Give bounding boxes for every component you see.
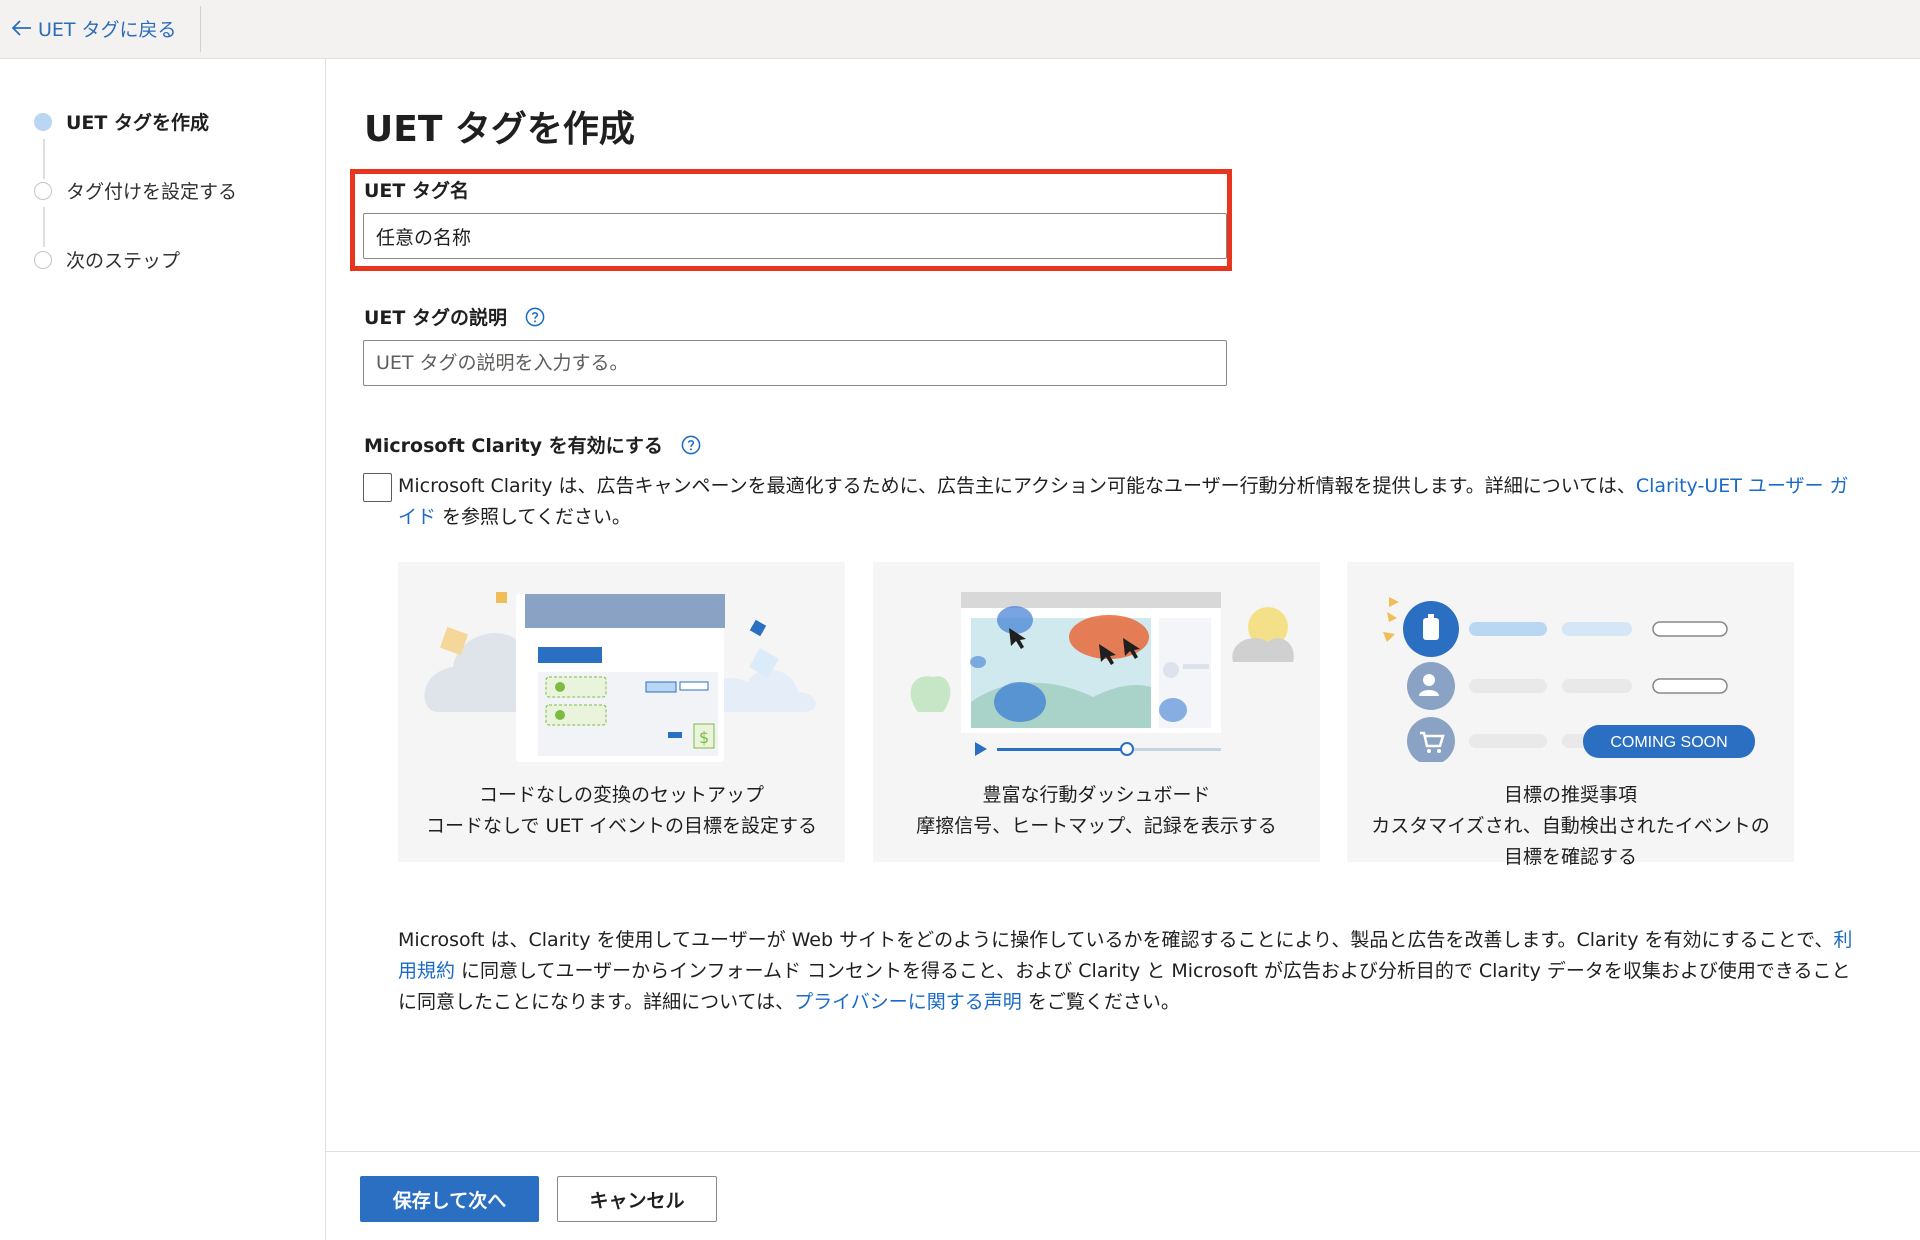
feature-title: コードなしの変換のセットアップ: [478, 784, 764, 806]
feature-subtitle: 目標を確認する: [1503, 846, 1637, 868]
save-and-next-button[interactable]: 保存して次へ: [360, 1176, 539, 1222]
feature-caption: 目標の推奨事項 カスタマイズされ、自動検出されたイベントの 目標を確認する: [1347, 780, 1794, 873]
help-icon[interactable]: [681, 435, 701, 455]
step-create-tag[interactable]: UET タグを作成: [34, 108, 209, 135]
clarity-label-text: Microsoft Clarity を有効にする: [364, 435, 663, 457]
step-label: タグ付けを設定する: [66, 181, 238, 203]
tag-description-label-text: UET タグの説明: [364, 307, 507, 329]
clarity-label: Microsoft Clarity を有効にする: [364, 431, 701, 458]
tag-description-input[interactable]: [363, 340, 1227, 386]
cancel-button[interactable]: キャンセル: [557, 1176, 717, 1222]
enable-clarity-checkbox[interactable]: [363, 473, 392, 502]
behavior-dashboard-illustration: [910, 592, 1294, 756]
help-icon[interactable]: [525, 307, 545, 327]
no-code-setup-illustration: $: [424, 592, 816, 762]
feature-card-behavior-dashboard: 豊富な行動ダッシュボード 摩擦信号、ヒートマップ、記録を表示する: [873, 562, 1320, 862]
goal-recommendations-illustration: COMING SOON: [1383, 597, 1755, 762]
step-connector: [43, 139, 45, 179]
tag-name-label: UET タグ名: [364, 176, 469, 203]
feature-card-no-code-setup: $ コードなしの変換のセットアップ コードなしで UET イベントの目標を設定す…: [398, 562, 845, 862]
step-next-steps[interactable]: 次のステップ: [34, 246, 180, 273]
wizard-sidebar: UET タグを作成 タグ付けを設定する 次のステップ: [0, 59, 326, 1240]
feature-caption: 豊富な行動ダッシュボード 摩擦信号、ヒートマップ、記録を表示する: [873, 780, 1320, 842]
feature-subtitle: 摩擦信号、ヒートマップ、記録を表示する: [916, 815, 1277, 837]
feature-subtitle: コードなしで UET イベントの目標を設定する: [425, 815, 818, 837]
tag-name-label-text: UET タグ名: [364, 180, 469, 202]
step-label: UET タグを作成: [66, 112, 209, 134]
feature-card-goal-recommendations: COMING SOON 目標の推奨事項 カスタマイズされ、自動検出されたイベント…: [1347, 562, 1794, 868]
main-content: UET タグを作成 UET タグ名 UET タグの説明 Microsoft Cl…: [326, 59, 1920, 1240]
svg-text:$: $: [699, 728, 709, 747]
step-connector: [43, 207, 45, 247]
clarity-description-text: Microsoft Clarity は、広告キャンペーンを最適化するために、広告…: [398, 475, 1636, 497]
disclaimer-text: Microsoft は、Clarity を使用してユーザーが Web サイトをど…: [398, 929, 1834, 951]
arrow-left-icon: [12, 20, 32, 36]
clarity-description: Microsoft Clarity は、広告キャンペーンを最適化するために、広告…: [398, 471, 1860, 533]
tag-description-label: UET タグの説明: [364, 303, 545, 330]
clarity-description-suffix: を参照してください。: [436, 506, 631, 528]
step-indicator-icon: [34, 112, 52, 131]
privacy-statement-link[interactable]: プライバシーに関する声明: [794, 991, 1022, 1013]
clarity-disclaimer: Microsoft は、Clarity を使用してユーザーが Web サイトをど…: [398, 925, 1858, 1018]
step-indicator-icon: [34, 181, 52, 200]
disclaimer-text: をご覧ください。: [1021, 991, 1180, 1013]
step-configure-tagging[interactable]: タグ付けを設定する: [34, 177, 237, 204]
top-bar: UET タグに戻る: [0, 0, 1920, 59]
coming-soon-badge: COMING SOON: [1610, 734, 1727, 751]
topbar-divider: [200, 6, 201, 52]
back-link-label: UET タグに戻る: [38, 18, 177, 41]
footer-divider: [326, 1151, 1920, 1152]
step-label: 次のステップ: [66, 250, 181, 272]
page-title: UET タグを作成: [364, 109, 635, 150]
back-to-uet-tags-link[interactable]: UET タグに戻る: [12, 14, 177, 42]
feature-title: 豊富な行動ダッシュボード: [982, 784, 1211, 806]
feature-title: 目標の推奨事項: [1503, 784, 1637, 806]
tag-name-input[interactable]: [363, 213, 1227, 259]
feature-caption: コードなしの変換のセットアップ コードなしで UET イベントの目標を設定する: [398, 780, 845, 842]
step-indicator-icon: [34, 250, 52, 269]
feature-subtitle: カスタマイズされ、自動検出されたイベントの: [1371, 815, 1770, 837]
